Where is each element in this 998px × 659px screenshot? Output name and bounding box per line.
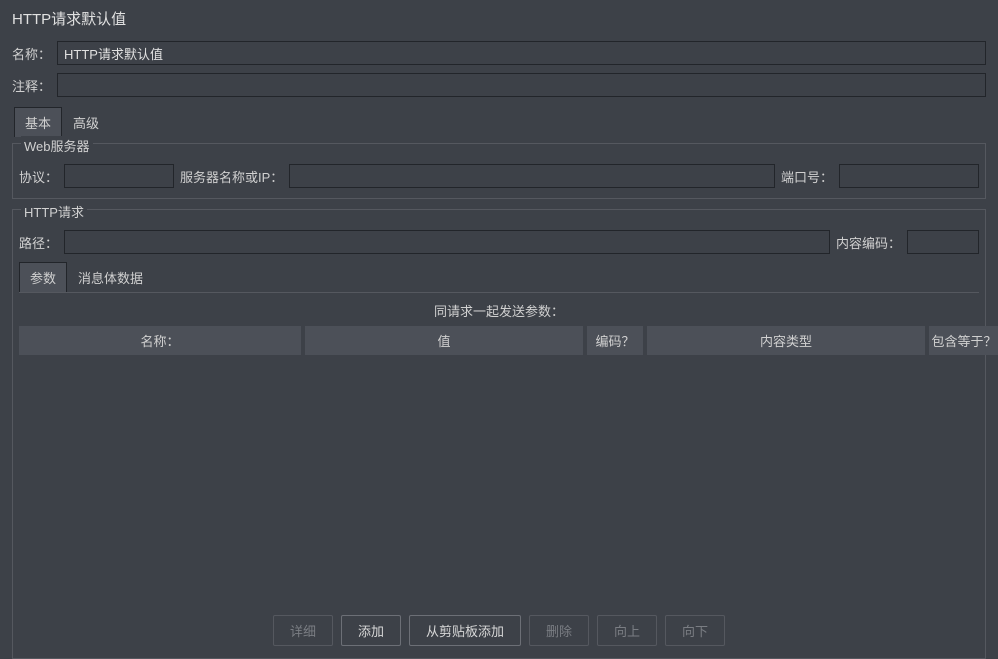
params-table-body[interactable]	[19, 355, 979, 607]
encoding-input[interactable]	[907, 230, 979, 254]
protocol-input[interactable]	[64, 164, 174, 188]
port-label: 端口号：	[781, 167, 833, 186]
tab-advanced[interactable]: 高级	[62, 107, 110, 137]
col-header-include-equals[interactable]: 包含等于？	[929, 326, 998, 355]
tab-basic[interactable]: 基本	[14, 107, 62, 137]
path-input[interactable]	[64, 230, 830, 254]
params-table-header: 名称： 值 编码？ 内容类型 包含等于？	[19, 326, 979, 355]
page-title: HTTP请求默认值	[0, 0, 998, 37]
delete-button: 删除	[529, 615, 589, 646]
port-input[interactable]	[839, 164, 979, 188]
add-button[interactable]: 添加	[341, 615, 401, 646]
protocol-label: 协议：	[19, 167, 58, 186]
up-button: 向上	[597, 615, 657, 646]
col-header-content-type[interactable]: 内容类型	[647, 326, 925, 355]
web-server-legend: Web服务器	[21, 136, 93, 155]
path-label: 路径：	[19, 233, 58, 252]
name-label: 名称：	[12, 44, 51, 63]
name-input[interactable]	[57, 41, 986, 65]
http-request-legend: HTTP请求	[21, 202, 87, 221]
col-header-value[interactable]: 值	[305, 326, 583, 355]
server-input[interactable]	[289, 164, 775, 188]
http-request-fieldset: HTTP请求 路径： 内容编码： 参数 消息体数据 同请求一起发送参数： 名称：…	[12, 209, 986, 659]
comment-label: 注释：	[12, 76, 51, 95]
add-from-clipboard-button[interactable]: 从剪贴板添加	[409, 615, 521, 646]
col-header-encode[interactable]: 编码？	[587, 326, 643, 355]
comment-input[interactable]	[57, 73, 986, 97]
params-title: 同请求一起发送参数：	[19, 293, 979, 326]
down-button: 向下	[665, 615, 725, 646]
encoding-label: 内容编码：	[836, 233, 901, 252]
sub-tab-body[interactable]: 消息体数据	[67, 262, 154, 292]
detail-button: 详细	[273, 615, 333, 646]
sub-tab-params[interactable]: 参数	[19, 262, 67, 292]
web-server-fieldset: Web服务器 协议： 服务器名称或IP： 端口号：	[12, 143, 986, 199]
server-label: 服务器名称或IP：	[180, 167, 283, 186]
col-header-name[interactable]: 名称：	[19, 326, 301, 355]
